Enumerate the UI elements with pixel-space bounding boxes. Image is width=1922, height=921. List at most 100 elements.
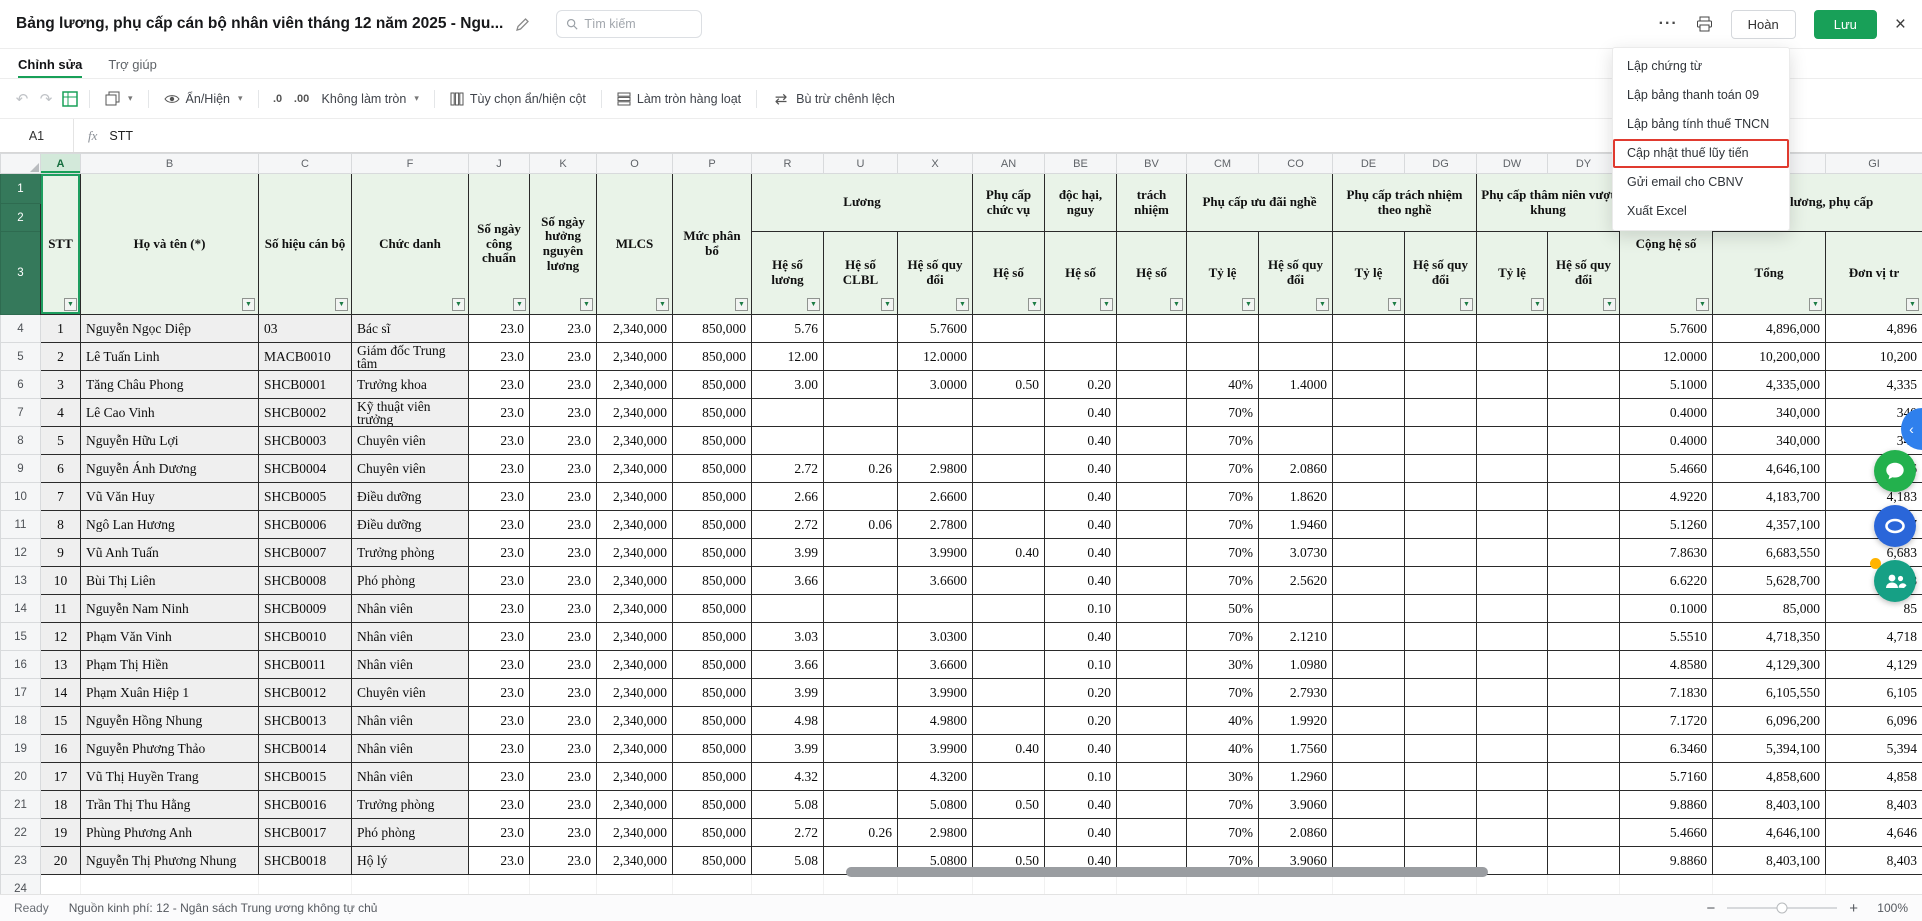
sheet-cell[interactable]: 850,000 xyxy=(673,735,752,763)
sheet-cell[interactable] xyxy=(824,595,898,623)
sheet-cell[interactable]: Nhân viên xyxy=(352,623,469,651)
sheet-cell[interactable]: SHCB0004 xyxy=(259,455,352,483)
sheet-cell[interactable]: 1.4000 xyxy=(1259,371,1333,399)
sheet-cell[interactable]: 23.0 xyxy=(469,791,530,819)
sheet-cell[interactable]: 1.9460 xyxy=(1259,511,1333,539)
sheet-cell[interactable]: 70% xyxy=(1187,623,1259,651)
sheet-cell[interactable]: 4,183,700 xyxy=(1713,483,1826,511)
sheet-cell[interactable]: 23.0 xyxy=(530,763,597,791)
sheet-cell[interactable] xyxy=(1477,623,1548,651)
column-header-letter[interactable]: R xyxy=(752,154,824,174)
sheet-cell[interactable] xyxy=(1333,371,1405,399)
menu-item[interactable]: Lập bảng thanh toán 09 xyxy=(1613,81,1789,110)
sheet-cell[interactable]: 850,000 xyxy=(673,707,752,735)
sheet-cell[interactable]: 2,340,000 xyxy=(597,455,673,483)
sheet-cell[interactable]: Trần Thị Thu Hằng xyxy=(81,791,259,819)
sheet-cell[interactable]: 18 xyxy=(41,791,81,819)
sheet-cell[interactable]: 30% xyxy=(1187,651,1259,679)
sheet-cell[interactable]: Phạm Thị Hiền xyxy=(81,651,259,679)
sheet-cell[interactable] xyxy=(1333,483,1405,511)
sheet-cell[interactable]: 14 xyxy=(41,679,81,707)
sheet-cell[interactable] xyxy=(1405,315,1477,343)
sheet-header-cell[interactable]: MLCS▼ xyxy=(597,174,673,315)
sheet-cell[interactable] xyxy=(1477,511,1548,539)
sheet-cell[interactable] xyxy=(1405,735,1477,763)
sheet-cell[interactable] xyxy=(1259,427,1333,455)
sheet-cell[interactable]: 70% xyxy=(1187,819,1259,847)
sheet-cell[interactable]: 850,000 xyxy=(673,371,752,399)
filter-icon[interactable]: ▼ xyxy=(807,298,820,311)
sheet-cell[interactable]: Lê Cao Vinh xyxy=(81,399,259,427)
sheet-cell[interactable]: 4.9800 xyxy=(898,707,973,735)
sheet-cell[interactable]: 0.26 xyxy=(824,455,898,483)
sheet-cell[interactable]: 3 xyxy=(41,371,81,399)
sheet-cell[interactable]: SHCB0016 xyxy=(259,791,352,819)
row-header[interactable]: 3 xyxy=(1,232,41,315)
sheet-cell[interactable]: 0.40 xyxy=(1045,791,1117,819)
sheet-cell[interactable] xyxy=(1259,315,1333,343)
sheet-cell[interactable] xyxy=(1477,679,1548,707)
sheet-header-cell[interactable]: Họ và tên (*)▼ xyxy=(81,174,259,315)
sheet-cell[interactable]: 23.0 xyxy=(530,427,597,455)
sheet-cell[interactable] xyxy=(824,427,898,455)
sheet-cell[interactable]: 12.0000 xyxy=(898,343,973,371)
sheet-cell[interactable]: 23.0 xyxy=(530,371,597,399)
sheet-cell[interactable] xyxy=(973,567,1045,595)
sheet-cell[interactable] xyxy=(752,595,824,623)
filter-icon[interactable]: ▼ xyxy=(956,298,969,311)
sheet-cell[interactable]: 0.40 xyxy=(1045,567,1117,595)
sheet-cell[interactable]: 2.7930 xyxy=(1259,679,1333,707)
sheet-cell[interactable]: SHCB0002 xyxy=(259,399,352,427)
sheet-cell[interactable]: 850,000 xyxy=(673,343,752,371)
sheet-cell[interactable] xyxy=(973,651,1045,679)
sheet-cell[interactable]: SHCB0005 xyxy=(259,483,352,511)
sheet-cell[interactable]: SHCB0017 xyxy=(259,819,352,847)
sheet-cell[interactable]: 2,340,000 xyxy=(597,791,673,819)
sheet-cell[interactable]: 5.08 xyxy=(752,791,824,819)
sheet-cell[interactable]: Nguyễn Phương Thảo xyxy=(81,735,259,763)
sheet-cell[interactable]: 23.0 xyxy=(530,679,597,707)
more-actions-button[interactable]: ··· xyxy=(1659,16,1678,32)
sheet-cell[interactable] xyxy=(1405,623,1477,651)
sheet-cell[interactable]: Lê Tuấn Linh xyxy=(81,343,259,371)
sheet-cell[interactable]: SHCB0008 xyxy=(259,567,352,595)
sheet-cell[interactable]: 850,000 xyxy=(673,595,752,623)
filter-icon[interactable]: ▼ xyxy=(452,298,465,311)
sheet-cell[interactable]: 23.0 xyxy=(469,679,530,707)
sheet-cell[interactable]: 50% xyxy=(1187,595,1259,623)
sheet-cell[interactable] xyxy=(1548,651,1620,679)
sheet-cell[interactable] xyxy=(973,427,1045,455)
sheet-cell[interactable]: 4,335,000 xyxy=(1713,371,1826,399)
sheet-cell[interactable]: Nhân viên xyxy=(352,763,469,791)
sheet-cell[interactable]: Chuyên viên xyxy=(352,455,469,483)
sheet-cell[interactable]: 23.0 xyxy=(530,623,597,651)
sheet-cell[interactable]: 23.0 xyxy=(469,819,530,847)
sheet-cell[interactable] xyxy=(1117,483,1187,511)
undo-icon[interactable]: ↶ xyxy=(10,86,34,112)
sheet-cell[interactable] xyxy=(1548,595,1620,623)
sheet-cell[interactable]: 850,000 xyxy=(673,819,752,847)
sheet-cell[interactable]: 13 xyxy=(41,651,81,679)
cell-name-box[interactable]: A1 xyxy=(0,119,74,152)
column-header-letter[interactable]: GI xyxy=(1826,154,1922,174)
sheet-cell[interactable]: 0.40 xyxy=(1045,819,1117,847)
sheet-group-header[interactable]: Phụ cấp ưu đãi nghề xyxy=(1187,174,1333,232)
sheet-cell[interactable]: 4,896,000 xyxy=(1713,315,1826,343)
sheet-cell[interactable] xyxy=(1333,651,1405,679)
sheet-cell[interactable]: 9 xyxy=(41,539,81,567)
chat-widget-button[interactable] xyxy=(1874,450,1916,492)
sheet-cell[interactable]: Chuyên viên xyxy=(352,679,469,707)
sheet-cell[interactable]: 4.9220 xyxy=(1620,483,1713,511)
sheet-cell[interactable] xyxy=(1477,791,1548,819)
offset-difference-button[interactable]: ⇄ Bù trừ chênh lệch xyxy=(764,85,903,113)
rounding-select[interactable]: Không làm tròn ▾ xyxy=(314,85,427,113)
sheet-cell[interactable]: 0.10 xyxy=(1045,763,1117,791)
row-header[interactable]: 1 xyxy=(1,174,41,204)
sheet-cell[interactable] xyxy=(1548,791,1620,819)
row-header[interactable]: 12 xyxy=(1,539,41,567)
sheet-cell[interactable] xyxy=(973,623,1045,651)
sheet-cell[interactable]: 850,000 xyxy=(673,399,752,427)
zoom-out-button[interactable]: − xyxy=(1706,901,1715,916)
column-header-letter[interactable]: CO xyxy=(1259,154,1333,174)
sheet-cell[interactable] xyxy=(1117,455,1187,483)
